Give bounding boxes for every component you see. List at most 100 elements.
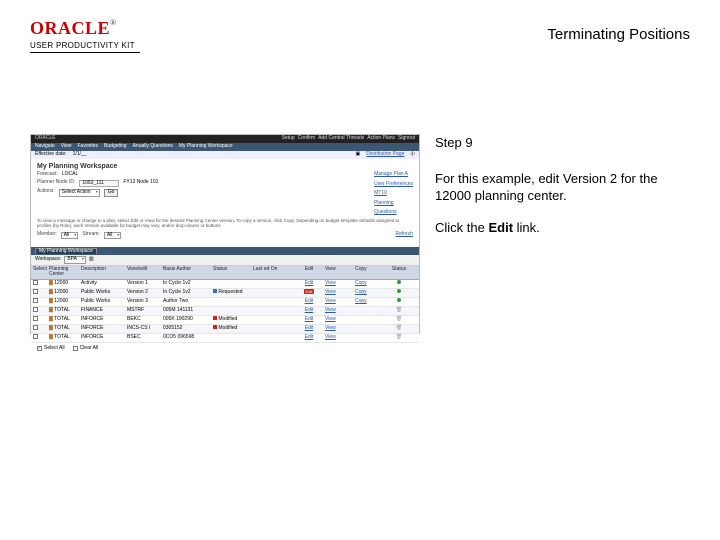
th: Status [385,267,413,278]
shot-note: To view a message or change to a plan, s… [37,219,413,229]
lab-forecast: Forecast: [37,172,58,178]
ctl-label: Workspace: [35,257,61,263]
toolbar-icon: ▥ [89,257,94,263]
table-row: ▇ 12000Public WorksVersion 2In Cycle 1v2… [31,289,419,298]
th: Planning Center [49,267,79,278]
edit-link[interactable]: Edit [305,298,314,304]
edit-link[interactable]: Edit [305,325,314,331]
shot-nav-item: My Planning Workspace [179,144,233,150]
copy-link[interactable]: Copy [355,280,367,286]
checkbox-icon [73,346,78,351]
shot-nav-item: Anually Questions [133,144,173,150]
instruction-line2: Click the Edit link. [435,219,690,237]
shot-subnav: Effective date: 1/1/__ ▣ Distribution Pa… [31,151,419,159]
shot-topbar-item: Signout [398,136,415,142]
shot-topbar-item: Setup [282,136,295,142]
sel-action: Select Action [59,189,100,197]
book-icon: ▇ [49,289,53,295]
status-dot-icon [213,316,217,320]
row-checkbox[interactable] [33,280,38,285]
lab-stream: Stream: [82,232,100,240]
view-link[interactable]: View [325,307,336,313]
view-link[interactable]: View [325,289,336,295]
status-dot-icon [213,325,217,329]
shot-topbar-item: Add Central Threads [318,136,364,142]
edit-link[interactable]: Edit [305,280,314,286]
status-dot-icon [397,298,401,302]
th: Edit [295,267,323,278]
trash-icon: 🗑 [396,334,402,340]
edit-link[interactable]: Edit [305,316,314,322]
shot-subnav-link: Distribution Page [366,152,404,158]
val-forecast: LOCAL [62,172,78,178]
foot-label: Clear All [80,346,99,352]
trash-icon: 🗑 [396,316,402,322]
table-body: ▇ 12000ActivityVersion 1In Cycle 1v2Edit… [31,280,419,343]
shot-footer: Select All Clear All [31,343,419,355]
shot-tab: My Planning Workspace [35,248,97,255]
view-link[interactable]: View [325,334,336,340]
book-icon: ▇ [49,298,53,304]
app-screenshot: ORACLE Setup Confirm Add Central Threads… [30,134,420,334]
row-checkbox[interactable] [33,334,38,339]
go-button: Go [104,189,119,197]
rlink: Manage Plan A [374,172,408,178]
shot-heading: My Planning Workspace [37,163,413,171]
edit-link-highlight[interactable]: Edit [304,289,315,294]
row-checkbox[interactable] [33,298,38,303]
instruction-line1: For this example, edit Version 2 for the… [435,170,690,205]
book-icon: ▇ [49,280,53,286]
edit-link[interactable]: Edit [305,307,314,313]
view-link[interactable]: View [325,280,336,286]
oracle-logo: ORACLE® [30,18,140,39]
row-checkbox[interactable] [33,316,38,321]
status-dot-icon [397,289,401,293]
folder-icon: ▣ [356,152,361,158]
status-dot-icon [213,289,217,293]
shot-topbar: ORACLE Setup Confirm Add Central Threads… [31,135,419,143]
row-checkbox[interactable] [33,325,38,330]
text: For this example, edit Version 2 for the [435,171,658,186]
edit-link[interactable]: Edit [305,334,314,340]
table-row: ▇ TOTALINFORCEBSEC0CO5 096598EditView🗑 [31,334,419,343]
instruction-panel: Step 9 For this example, edit Version 2 … [435,134,690,250]
row-checkbox[interactable] [33,307,38,312]
status-dot-icon [397,280,401,284]
book-icon: ▇ [49,316,53,322]
th: Status [213,267,251,278]
th: View/edit [127,267,161,278]
view-link[interactable]: View [325,316,336,322]
sel-member: All [61,232,79,240]
view-link[interactable]: View [325,298,336,304]
foot-label: Select All [44,346,65,352]
rlink: User Preferences [374,182,413,188]
shot-subnav-label: Effective date: [35,152,67,158]
table-row: ▇ TOTALINFORCEBEKC005K 190290 ModifiedEd… [31,316,419,325]
step-label: Step 9 [435,134,690,152]
row-checkbox[interactable] [33,289,38,294]
shot-nav-item: Budgeting [104,144,127,150]
shot-body: My Planning Workspace Forecast:LOCAL Pla… [31,159,419,246]
shot-subnav-val: 1/1/__ [73,152,87,158]
shot-topbar-menu: Setup Confirm Add Central Threads Action… [282,136,415,142]
view-link[interactable]: View [325,325,336,331]
val-node-plain: FY13 Node 101 [123,180,158,188]
th: Last ed On [253,267,293,278]
lab-member: Member: [37,232,57,240]
edit-link-name: Edit [488,220,513,235]
shot-ctlrow: Workspace: BPA ▥ [31,255,419,266]
th: View [325,267,353,278]
shot-nav-item: Favorites [77,144,98,150]
shot-navbar: Navigate View Favorites Budgeting Anuall… [31,143,419,151]
table-header: Select Planning Center Description View/… [31,266,419,280]
val-node: 1052_111 [79,180,119,188]
copy-link[interactable]: Copy [355,298,367,304]
ctl-select: BPA [64,256,86,264]
shot-tabbar: My Planning Workspace [31,247,419,255]
table-row: ▇ 12000ActivityVersion 1In Cycle 1v2Edit… [31,280,419,289]
copy-link[interactable]: Copy [355,289,367,295]
oracle-header: ORACLE® USER PRODUCTIVITY KIT [30,18,140,53]
th: Select [33,267,47,278]
text: link. [513,220,540,235]
chevron-icon: ‹|› [410,152,415,158]
